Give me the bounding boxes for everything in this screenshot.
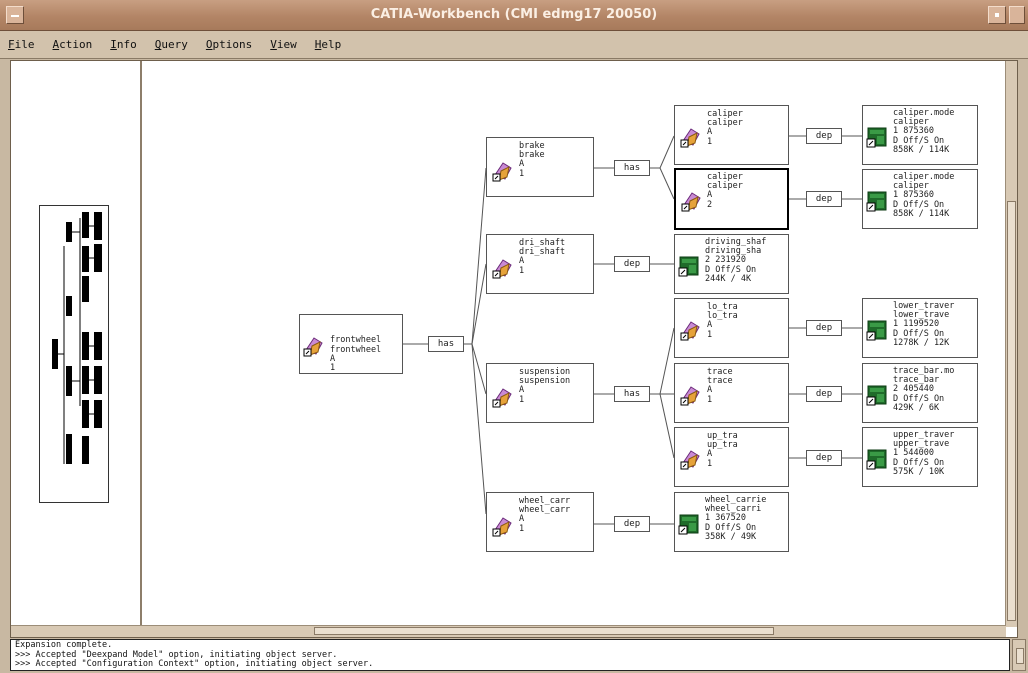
maximize-button[interactable] [1009, 6, 1025, 24]
scroll-corner [11, 625, 144, 637]
model-icon [680, 450, 700, 470]
node-text: caliper.mode caliper 1 875360 D Off/S On 858… [893, 108, 955, 155]
title-bar: CATIA-Workbench (CMI edmg17 20050) [0, 0, 1028, 31]
relation-label: dep [806, 320, 842, 336]
menu-file[interactable]: File [8, 38, 35, 51]
node-up-tra[interactable]: up_tra up_tra A 1 [674, 427, 789, 487]
node-text: lo_tra lo_tra A 1 [707, 302, 738, 340]
node-wheel-carrier-doc[interactable]: wheel_carrie wheel_carri 1 367520 D Off/S O… [674, 492, 789, 552]
document-icon [866, 127, 887, 148]
node-text: driving_shaf driving_sha 2 231920 D Off/S O… [705, 237, 767, 284]
model-icon [492, 259, 512, 279]
node-caliper-model-2[interactable]: caliper.mode caliper 1 875360 D Off/S On 858… [862, 169, 978, 229]
menu-help[interactable]: Help [315, 38, 342, 51]
node-upper-traverse-model[interactable]: upper_traver upper_trave 1 544000 D Off/S O… [862, 427, 978, 487]
node-brake[interactable]: brake brake A 1 [486, 137, 594, 197]
relation-label: dep [614, 516, 650, 532]
menu-action[interactable]: Action [53, 38, 93, 51]
node-text: upper_traver upper_trave 1 544000 D Off/S O… [893, 430, 955, 477]
node-text: caliper caliper A 2 [707, 172, 743, 210]
node-text: dri_shaft dri_shaft A 1 [519, 238, 566, 276]
node-text: wheel_carrie wheel_carri 1 367520 D Off/S O… [705, 495, 767, 542]
node-caliper-2-selected[interactable]: caliper caliper A 2 [674, 168, 789, 230]
vertical-scrollbar[interactable] [1005, 61, 1017, 627]
menu-bar: File Action Info Query Options View Help [0, 31, 1028, 59]
document-icon [678, 514, 699, 535]
overview-thumbnail [52, 212, 102, 464]
menu-options[interactable]: Options [206, 38, 252, 51]
node-text: trace_bar.mo trace_bar 2 405440 D Off/S On 4… [893, 366, 955, 413]
document-icon [678, 256, 699, 277]
overview-panel [11, 61, 142, 627]
model-icon [492, 388, 512, 408]
node-lower-traverse-model[interactable]: lower_traver lower_trave 1 1199520 D Off/S … [862, 298, 978, 358]
console-scrollbar[interactable] [1012, 639, 1026, 671]
node-text: caliper.mode caliper 1 875360 D Off/S On 858… [893, 172, 955, 219]
console-line: >>> Accepted "Configuration Context" opt… [15, 659, 374, 670]
relation-label: has [614, 386, 650, 402]
node-frontwheel[interactable]: frontwheel frontwheel A 1 [299, 314, 403, 374]
relation-label: dep [806, 191, 842, 207]
scroll-thumb[interactable] [314, 627, 774, 635]
node-text: up_tra up_tra A 1 [707, 431, 738, 469]
document-icon [866, 385, 887, 406]
node-text: trace trace A 1 [707, 367, 733, 405]
model-icon [492, 162, 512, 182]
relation-label: has [428, 336, 464, 352]
relation-label: dep [806, 450, 842, 466]
node-trace[interactable]: trace trace A 1 [674, 363, 789, 423]
horizontal-scrollbar[interactable] [144, 625, 1006, 637]
node-text: lower_traver lower_trave 1 1199520 D Off/S … [893, 301, 955, 348]
model-icon [680, 386, 700, 406]
node-caliper-model-1[interactable]: caliper.mode caliper 1 875360 D Off/S On 858… [862, 105, 978, 165]
relation-label: has [614, 160, 650, 176]
node-suspension[interactable]: suspension suspension A 1 [486, 363, 594, 423]
minimize-button[interactable] [988, 6, 1006, 24]
node-wheel-carr[interactable]: wheel_carr wheel_carr A 1 [486, 492, 594, 552]
node-dri-shaft[interactable]: dri_shaft dri_shaft A 1 [486, 234, 594, 294]
document-icon [866, 449, 887, 470]
node-caliper-1[interactable]: caliper caliper A 1 [674, 105, 789, 165]
overview-map[interactable] [39, 205, 109, 503]
model-icon [680, 128, 700, 148]
node-text: wheel_carr wheel_carr A 1 [519, 496, 571, 534]
menu-info[interactable]: Info [110, 38, 137, 51]
relation-label: dep [806, 386, 842, 402]
node-text: caliper caliper A 1 [707, 109, 743, 147]
node-text: suspension suspension A 1 [519, 367, 571, 405]
document-icon [866, 320, 887, 341]
scroll-thumb[interactable] [1007, 201, 1016, 621]
model-icon [680, 321, 700, 341]
node-text: brake brake A 1 [519, 141, 545, 179]
node-trace-bar-model[interactable]: trace_bar.mo trace_bar 2 405440 D Off/S On 4… [862, 363, 978, 423]
model-icon [681, 192, 701, 212]
message-console: Expansion complete. >>> Accepted "Deexpa… [10, 639, 1010, 671]
menu-query[interactable]: Query [155, 38, 188, 51]
node-text: frontwheel frontwheel A 1 [330, 335, 382, 374]
model-icon [303, 337, 323, 357]
relation-label: dep [614, 256, 650, 272]
relation-graph-canvas[interactable]: frontwheel frontwheel A 1 has brake brake A 1 … [144, 61, 1006, 627]
node-lo-tra[interactable]: lo_tra lo_tra A 1 [674, 298, 789, 358]
document-icon [866, 191, 887, 212]
node-driving-shaft-doc[interactable]: driving_shaf driving_sha 2 231920 D Off/S O… [674, 234, 789, 294]
model-icon [492, 517, 512, 537]
menu-view[interactable]: View [270, 38, 297, 51]
workbench-area: frontwheel frontwheel A 1 has brake brake A 1 … [10, 60, 1018, 638]
window-title: CATIA-Workbench (CMI edmg17 20050) [370, 7, 658, 22]
relation-label: dep [806, 128, 842, 144]
